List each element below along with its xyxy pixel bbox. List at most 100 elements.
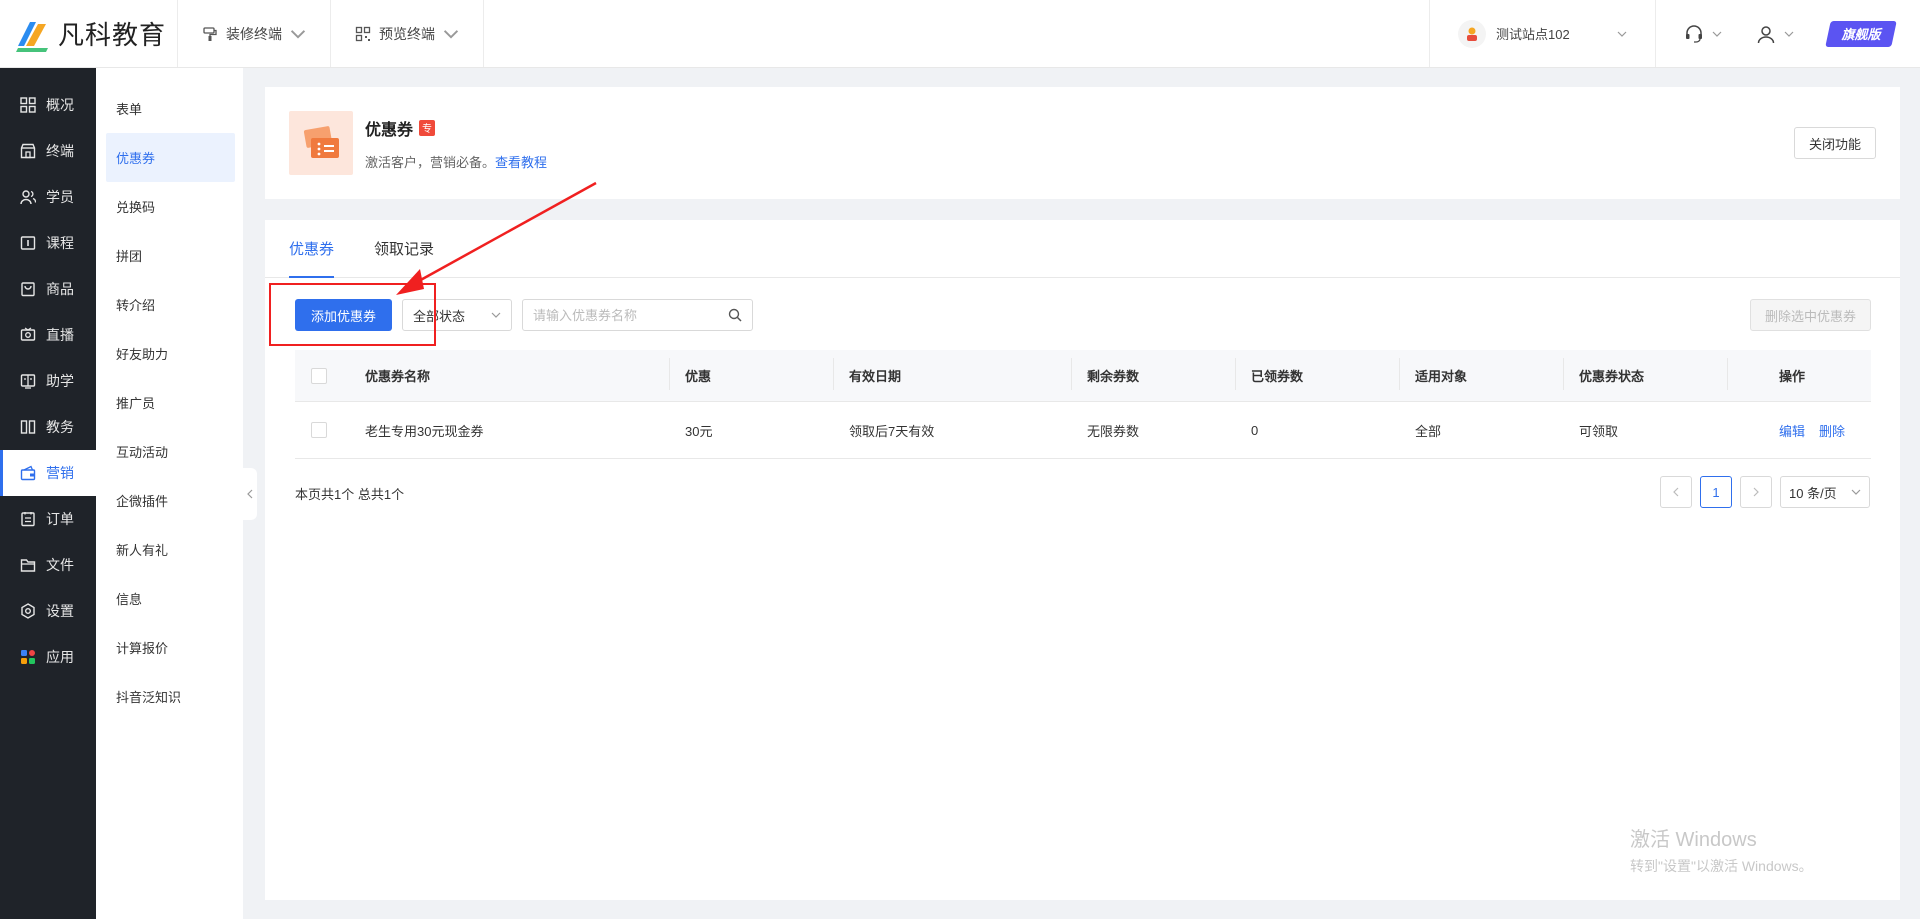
nav-item-apps[interactable]: 应用	[0, 634, 96, 680]
paint-roller-icon	[203, 26, 217, 41]
prev-page-button[interactable]	[1660, 476, 1692, 508]
nav-item-label: 文件	[46, 557, 74, 573]
subnav-item[interactable]: 新人有礼	[96, 525, 243, 574]
nav-item-columns[interactable]: 教务	[0, 404, 96, 450]
cell-claimed: 0	[1251, 422, 1259, 438]
decorate-terminal-button[interactable]: 装修终端	[178, 0, 331, 67]
users-icon	[20, 190, 36, 205]
top-bar: 凡科教育 装修终端 预览终端 测试站点102 旗舰版	[0, 0, 1920, 68]
select-all-checkbox[interactable]	[311, 367, 327, 384]
chevron-down-icon	[1784, 31, 1794, 37]
nav-item-store[interactable]: 终端	[0, 128, 96, 174]
support-menu[interactable]	[1684, 24, 1722, 44]
tab-coupons[interactable]: 优惠券	[289, 219, 335, 278]
subnav-item[interactable]: 好友助力	[96, 329, 243, 378]
course-icon	[20, 236, 36, 250]
nav-item-label: 概况	[46, 97, 74, 113]
tutorial-link[interactable]: 查看教程	[495, 155, 547, 170]
brand-logo[interactable]: 凡科教育	[0, 0, 178, 67]
feature-text: 优惠券 专 激活客户，营销必备。查看教程	[365, 116, 547, 171]
chevron-right-icon	[1753, 487, 1759, 497]
close-feature-button[interactable]: 关闭功能	[1793, 127, 1876, 159]
collapse-sidebar-button[interactable]	[243, 468, 257, 520]
windows-watermark: 激活 Windows 转到"设置"以激活 Windows。	[1630, 823, 1813, 876]
subnav-item[interactable]: 信息	[96, 574, 243, 623]
nav-item-bag[interactable]: 商品	[0, 266, 96, 312]
preview-terminal-button[interactable]: 预览终端	[331, 0, 484, 67]
user-icon	[1757, 25, 1775, 43]
subnav-item[interactable]: 转介绍	[96, 280, 243, 329]
nav-item-label: 学员	[46, 189, 74, 205]
nav-item-marketing[interactable]: 营销	[0, 450, 96, 496]
table-header: 优惠券名称 优惠 有效日期 剩余券数 已领券数 适用对象 优惠券状态 操作	[295, 350, 1871, 402]
chevron-left-icon	[1673, 487, 1679, 497]
header-discount: 优惠	[669, 358, 849, 390]
nav-item-label: 教务	[46, 419, 74, 435]
brand-name: 凡科教育	[58, 20, 167, 50]
qrcode-icon	[355, 26, 371, 41]
nav-item-folder[interactable]: 文件	[0, 542, 96, 588]
feature-title-row: 优惠券 专	[365, 116, 547, 140]
edition-badge[interactable]: 旗舰版	[1825, 20, 1897, 47]
select-all-cell	[295, 367, 365, 384]
subnav-item[interactable]: 企微插件	[96, 476, 243, 525]
row-checkbox[interactable]	[311, 422, 327, 438]
grid-icon	[20, 97, 36, 113]
secondary-sidebar: 表单 优惠券 兑换码 拼团 转介绍 好友助力 推广员 互动活动 企微插件 新人有礼 信息 计算报价 抖音…	[96, 68, 243, 919]
header-name: 优惠券名称	[365, 369, 431, 384]
delete-selected-button[interactable]: 删除选中优惠券	[1749, 299, 1871, 331]
nav-item-course[interactable]: 课程	[0, 220, 96, 266]
subnav-item[interactable]: 表单	[96, 84, 243, 133]
subnav-item[interactable]: 优惠券	[106, 133, 235, 182]
nav-item-settings[interactable]: 设置	[0, 588, 96, 634]
cell-remaining: 无限券数	[1087, 423, 1140, 439]
subnav-item[interactable]: 推广员	[96, 378, 243, 427]
nav-item-label: 设置	[46, 603, 74, 619]
decorate-terminal-label: 装修终端	[226, 25, 282, 42]
coupon-search-input[interactable]	[533, 307, 729, 323]
coupon-list-card: 优惠券 领取记录 添加优惠券 全部状态 删除选中优惠券 优惠券名称 优惠 有效日…	[265, 220, 1900, 900]
table-row: 老生专用30元现金券 30元 领取后7天有效 无限券数 0 全部 可领取 编辑删…	[295, 402, 1871, 459]
row-select-cell	[295, 422, 365, 438]
header-valid-date: 有效日期	[833, 358, 1087, 390]
subnav-item[interactable]: 计算报价	[96, 623, 243, 672]
nav-item-users[interactable]: 学员	[0, 174, 96, 220]
chevron-down-icon	[443, 29, 459, 39]
site-name: 测试站点102	[1496, 27, 1570, 42]
delete-link[interactable]: 删除	[1819, 424, 1845, 439]
header-actions: 操作	[1727, 358, 1871, 390]
feature-description: 激活客户，营销必备。	[365, 154, 496, 170]
nav-item-label: 助学	[46, 373, 74, 389]
feature-title: 优惠券	[365, 121, 414, 139]
header-target: 适用对象	[1399, 358, 1579, 390]
primary-sidebar: 概况终端学员课程商品 直播助学教务营销 订单文件设置应用	[0, 68, 96, 919]
subnav-item[interactable]: 互动活动	[96, 427, 243, 476]
chevron-down-icon	[290, 29, 306, 39]
cell-status: 可领取	[1579, 423, 1619, 439]
page-number-button[interactable]: 1	[1700, 476, 1732, 508]
nav-item-order[interactable]: 订单	[0, 496, 96, 542]
folder-icon	[20, 559, 36, 572]
chevron-down-icon	[1617, 31, 1627, 37]
nav-item-grid[interactable]: 概况	[0, 82, 96, 128]
subnav-item[interactable]: 拼团	[96, 231, 243, 280]
apps-icon	[21, 650, 35, 664]
cell-actions: 编辑 删除	[1743, 421, 1871, 440]
columns-icon	[20, 420, 36, 434]
feature-tag: 专	[419, 119, 436, 136]
header-status: 优惠券状态	[1563, 358, 1743, 390]
nav-item-live[interactable]: 直播	[0, 312, 96, 358]
nav-item-book[interactable]: 助学	[0, 358, 96, 404]
page-size-value: 10 条/页	[1789, 485, 1837, 501]
edit-link[interactable]: 编辑	[1779, 424, 1805, 439]
next-page-button[interactable]	[1740, 476, 1772, 508]
page-size-select[interactable]: 10 条/页	[1780, 476, 1870, 508]
subnav-item[interactable]: 兑换码	[96, 182, 243, 231]
search-icon[interactable]	[728, 308, 742, 322]
nav-item-label: 终端	[46, 143, 74, 159]
chevron-down-icon	[1851, 489, 1861, 495]
subnav-item[interactable]: 抖音泛知识	[96, 672, 243, 721]
nav-item-label: 课程	[46, 235, 74, 251]
user-menu[interactable]	[1756, 24, 1794, 44]
site-selector[interactable]: 测试站点102	[1429, 0, 1655, 67]
